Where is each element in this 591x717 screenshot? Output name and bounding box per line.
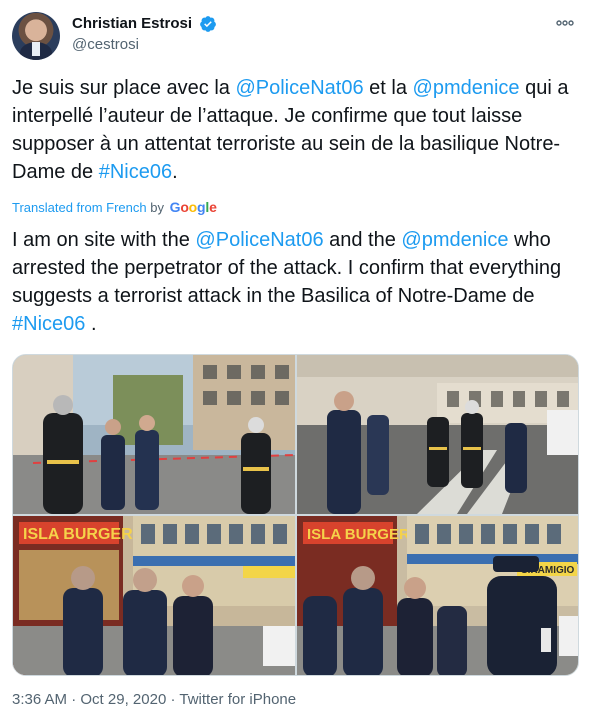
text-segment: . xyxy=(172,161,178,183)
mention-link[interactable]: @pmdenice xyxy=(413,77,520,99)
photo-officers-close[interactable]: ISLA BURGER SIRAMIGIO xyxy=(297,516,578,675)
author-info: Christian Estrosi @cestrosi xyxy=(72,14,217,55)
shop-sign-text: ISLA BURGER xyxy=(307,526,410,543)
translation-attribution[interactable]: Translated from French by Google xyxy=(12,198,217,217)
media-grid: ISLA BURGER ISLA BURGER SIRAMIGIO xyxy=(12,354,579,676)
translation-by: by xyxy=(150,200,164,215)
text-segment: . xyxy=(85,313,97,335)
hashtag-link[interactable]: #Nice06 xyxy=(12,313,85,335)
tweet-translated-text: I am on site with the @PoliceNat06 and t… xyxy=(12,226,579,338)
translation-label[interactable]: Translated from French xyxy=(12,200,147,215)
tweet-date[interactable]: Oct 29, 2020 xyxy=(80,691,166,708)
tweet-footer: 3:36 AM · Oct 29, 2020 · Twitter for iPh… xyxy=(12,690,296,710)
mention-link[interactable]: @PoliceNat06 xyxy=(195,229,323,251)
tweet-original-text: Je suis sur place avec la @PoliceNat06 e… xyxy=(12,74,579,186)
photo-crossing-police[interactable] xyxy=(297,355,578,514)
tweet-time[interactable]: 3:36 AM xyxy=(12,691,67,708)
hashtag-link[interactable]: #Nice06 xyxy=(99,161,172,183)
photo-street-firefighters[interactable] xyxy=(13,355,295,514)
text-segment: and the xyxy=(323,229,402,251)
author-handle[interactable]: @cestrosi xyxy=(72,35,217,55)
author-avatar[interactable] xyxy=(12,12,60,60)
footer-separator: · xyxy=(71,691,77,708)
text-segment: I am on site with the xyxy=(12,229,196,251)
mention-link[interactable]: @PoliceNat06 xyxy=(235,77,363,99)
text-segment: et la xyxy=(363,77,413,99)
tweet-header: Christian Estrosi @cestrosi xyxy=(12,12,579,62)
photo-burger-shop-officers[interactable]: ISLA BURGER xyxy=(13,516,295,675)
ellipsis-icon[interactable] xyxy=(553,16,577,32)
verified-badge-icon xyxy=(200,16,217,32)
footer-separator: · xyxy=(170,691,176,708)
tweet-source[interactable]: Twitter for iPhone xyxy=(179,691,296,708)
mention-link[interactable]: @pmdenice xyxy=(401,229,508,251)
shop-sign-text: ISLA BURGER xyxy=(23,526,133,543)
google-logo: Google xyxy=(169,199,217,215)
author-display-name[interactable]: Christian Estrosi xyxy=(72,14,192,34)
text-segment: Je suis sur place avec la xyxy=(12,77,236,99)
